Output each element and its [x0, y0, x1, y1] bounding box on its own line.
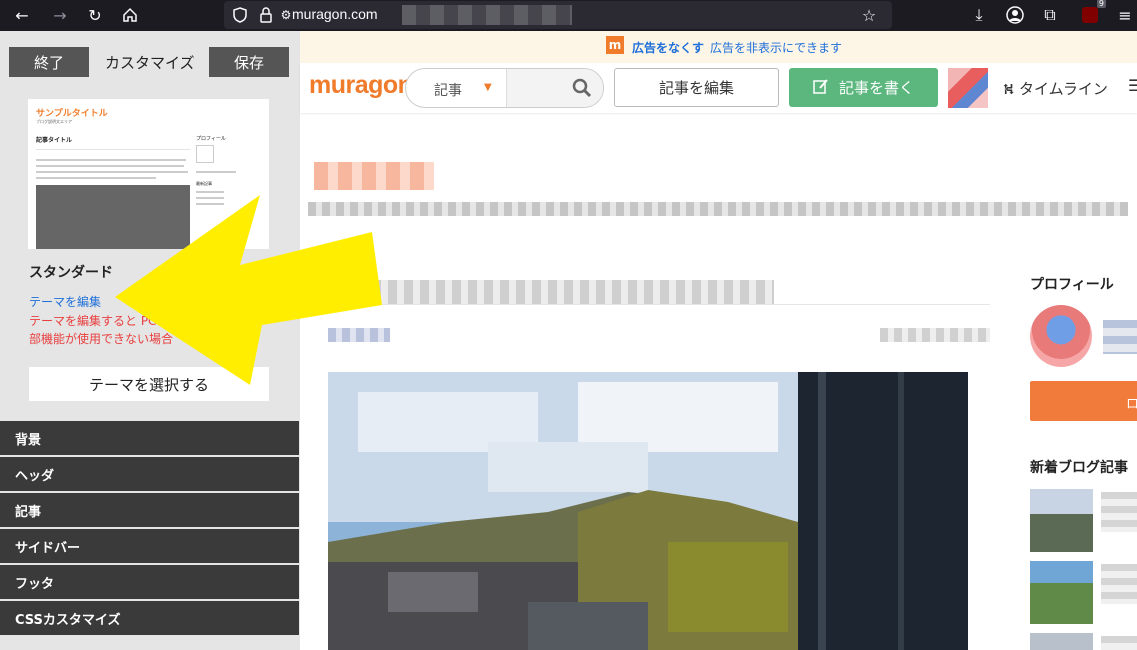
account-icon[interactable]	[1003, 3, 1027, 27]
search-icon[interactable]	[572, 78, 592, 103]
exit-button[interactable]: 終了	[9, 47, 89, 77]
reload-icon[interactable]: ↻	[83, 3, 107, 27]
article-category-redacted[interactable]	[328, 328, 390, 342]
thumb-image-placeholder	[36, 185, 190, 249]
save-button[interactable]: 保存	[209, 47, 289, 77]
search-box: 記事 ▼	[405, 68, 604, 108]
menu-item[interactable]: 記事	[0, 493, 299, 527]
extension-badge: 9	[1096, 0, 1106, 8]
new-post-title-redacted[interactable]	[1101, 636, 1137, 650]
browser-toolbar: ← → ↻ ⚙ muragon.com ☆ ⤓ ⧉ 9 ≡	[0, 0, 1137, 31]
menu-item[interactable]: フッタ	[0, 565, 299, 599]
thumb-avatar	[196, 145, 214, 163]
shield-icon[interactable]	[228, 3, 252, 27]
timeline-icon: ⛕	[1003, 80, 1015, 98]
warning-text-line1: テーマを編集すると PC	[29, 314, 157, 328]
article-divider	[328, 304, 990, 305]
menu-item[interactable]: 背景	[0, 421, 299, 455]
new-post-title-redacted[interactable]	[1101, 564, 1137, 604]
remove-ads-text[interactable]: 広告を非表示にできます	[710, 39, 842, 56]
thumb-article-title: 記事タイトル	[36, 137, 73, 144]
new-post-title-redacted[interactable]	[1101, 492, 1137, 532]
new-posts-heading: 新着ブログ記事	[1030, 460, 1128, 476]
write-article-label: 記事を書く	[838, 79, 914, 97]
theme-thumbnail[interactable]: サンプルタイトル ブログ説明文エリア 記事タイトル プロフィール 最新記事	[28, 99, 269, 249]
hamburger-icon[interactable]: ☰	[1128, 76, 1137, 95]
profile-heading: プロフィール	[1030, 277, 1114, 293]
muragon-m-icon: m	[606, 36, 624, 54]
remove-ads-link[interactable]: 広告をなくす	[632, 39, 704, 56]
site-header: muragon 記事 ▼ 記事を編集 記事を書く ⛕ タイムライン ☰	[300, 63, 1137, 113]
follow-button[interactable]: ロ	[1030, 381, 1137, 421]
profile-name-redacted[interactable]	[1103, 320, 1137, 354]
follow-label: ロ	[1126, 397, 1137, 412]
home-icon[interactable]	[118, 3, 142, 27]
site-logo[interactable]: muragon	[309, 71, 413, 100]
menu-item[interactable]: CSSカスタマイズ	[0, 601, 299, 635]
url-bar[interactable]: ⚙ muragon.com ☆	[224, 1, 892, 29]
article-image[interactable]	[328, 372, 968, 650]
customize-panel: 終了 カスタマイズ 保存 サンプルタイトル ブログ説明文エリア 記事タイトル プ…	[0, 31, 300, 650]
caret-down-icon[interactable]: ▼	[484, 82, 492, 93]
extensions-icon[interactable]: ⧉	[1038, 3, 1062, 27]
article-date-redacted	[880, 328, 990, 342]
new-post-thumbnail[interactable]	[1030, 633, 1093, 650]
edit-icon	[813, 78, 829, 98]
download-icon[interactable]: ⤓	[967, 3, 991, 27]
url-path-redacted	[402, 5, 572, 25]
thumb-sidebar-title: プロフィール	[196, 136, 226, 142]
theme-name: スタンダード	[29, 265, 113, 281]
thumb-sidebar-new: 最新記事	[196, 181, 212, 186]
star-icon[interactable]: ☆	[857, 3, 881, 27]
blog-title-redacted[interactable]	[314, 162, 434, 190]
ublock-icon[interactable]: 9	[1078, 0, 1106, 27]
menu-item[interactable]: サイドバー	[0, 529, 299, 563]
menu-item[interactable]: ヘッダ	[0, 457, 299, 491]
warning-text-line2: 部機能が使用できない場合	[29, 332, 174, 346]
search-category-select[interactable]: 記事	[434, 80, 462, 100]
url-text[interactable]: muragon.com	[292, 6, 378, 22]
blog-description-redacted	[308, 202, 1128, 216]
panel-title: カスタマイズ	[105, 54, 195, 72]
new-post-thumbnail[interactable]	[1030, 561, 1093, 624]
user-avatar[interactable]	[948, 68, 988, 108]
article-title-redacted[interactable]	[372, 280, 774, 304]
write-article-button[interactable]: 記事を書く	[789, 68, 938, 107]
ad-notice-bar: m 広告をなくす 広告を非表示にできます	[300, 31, 1137, 63]
new-post-thumbnail[interactable]	[1030, 489, 1093, 552]
forward-icon[interactable]: →	[48, 3, 72, 27]
select-theme-button[interactable]: テーマを選択する	[29, 367, 269, 401]
edit-theme-link[interactable]: テーマを編集	[29, 293, 101, 310]
menu-icon[interactable]: ≡	[1113, 3, 1137, 27]
timeline-link[interactable]: ⛕ タイムライン	[1003, 78, 1108, 100]
profile-avatar[interactable]	[1030, 305, 1092, 367]
timeline-label: タイムライン	[1018, 80, 1108, 98]
thumb-sample-subtitle: ブログ説明文エリア	[36, 119, 72, 124]
back-icon[interactable]: ←	[10, 3, 34, 27]
thumb-sample-title: サンプルタイトル	[36, 109, 108, 119]
edit-articles-button[interactable]: 記事を編集	[614, 68, 779, 107]
